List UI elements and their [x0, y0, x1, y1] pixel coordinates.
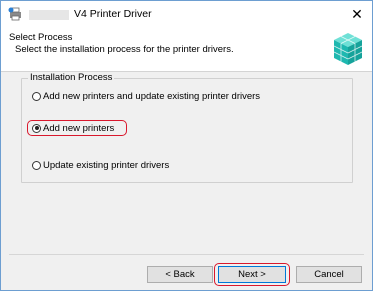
- close-button[interactable]: ✕: [342, 1, 372, 28]
- radio-update-existing[interactable]: Update existing printer drivers: [32, 158, 169, 172]
- next-button[interactable]: Next >: [218, 266, 286, 283]
- radio-circle-selected[interactable]: [32, 123, 41, 133]
- installation-process-group: Installation Process Add new printers an…: [21, 72, 353, 183]
- radio-circle[interactable]: [32, 91, 41, 101]
- radio-label: Update existing printer drivers: [43, 159, 170, 171]
- cube-stack-graphic: [333, 33, 363, 65]
- radio-add-new-printers[interactable]: Add new printers: [32, 121, 114, 135]
- title-bar: V4 Printer Driver ✕: [1, 1, 372, 28]
- title-redacted-block: [29, 10, 69, 20]
- radio-label: Add new printers: [43, 122, 115, 134]
- window-title: V4 Printer Driver: [74, 8, 152, 20]
- installer-window: V4 Printer Driver ✕ Select Process Selec…: [0, 0, 373, 291]
- page-subtitle: Select the installation process for the …: [15, 44, 234, 55]
- radio-label: Add new printers and update existing pri…: [43, 90, 261, 102]
- cancel-button[interactable]: Cancel: [296, 266, 362, 283]
- close-icon: ✕: [351, 6, 363, 22]
- page-title: Select Process: [9, 32, 73, 43]
- footer-divider: [9, 254, 364, 255]
- header-panel: Select Process Select the installation p…: [1, 28, 372, 71]
- back-button[interactable]: < Back: [147, 266, 213, 283]
- group-label: Installation Process: [28, 72, 115, 83]
- radio-add-and-update[interactable]: Add new printers and update existing pri…: [32, 89, 260, 103]
- printer-setup-icon: [8, 7, 21, 21]
- radio-circle[interactable]: [32, 160, 41, 170]
